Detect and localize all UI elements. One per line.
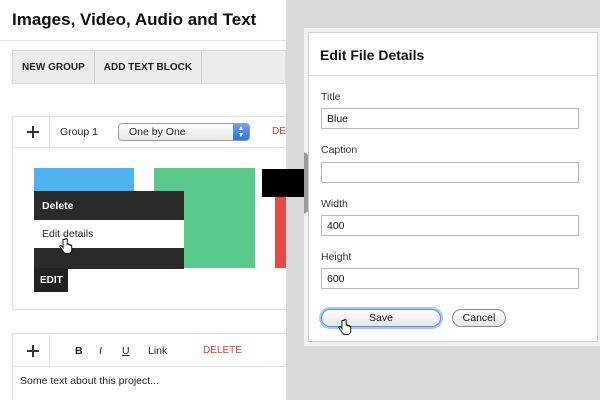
caption-field[interactable] xyxy=(321,162,579,183)
new-group-button[interactable]: NEW GROUP xyxy=(13,51,95,83)
move-icon[interactable] xyxy=(26,125,40,139)
editor-toolbar: NEW GROUP ADD TEXT BLOCK xyxy=(12,50,286,84)
editor-panel: Images, Video, Audio and Text NEW GROUP … xyxy=(0,0,286,400)
italic-button[interactable]: I xyxy=(99,345,102,357)
media-item-blue[interactable] xyxy=(34,168,134,193)
cancel-button[interactable]: Cancel xyxy=(452,309,506,327)
context-edit-details-item[interactable]: Edit details xyxy=(34,220,184,248)
hand-cursor-icon xyxy=(59,238,73,254)
edit-file-details-dialog: Edit File Details Title Caption Width He… xyxy=(308,32,598,342)
underline-button[interactable]: U xyxy=(122,345,130,357)
bold-button[interactable]: B xyxy=(75,345,83,357)
height-label: Height xyxy=(321,251,352,263)
move-icon[interactable] xyxy=(26,344,40,358)
text-block-delete-link[interactable]: DELETE xyxy=(203,345,242,356)
add-text-block-button[interactable]: ADD TEXT BLOCK xyxy=(95,51,203,83)
title-divider xyxy=(0,40,286,41)
edit-button[interactable]: EDIT xyxy=(34,268,68,292)
group-label: Group 1 xyxy=(60,126,98,138)
group-delete-link[interactable]: DELE xyxy=(272,126,286,137)
page-title: Images, Video, Audio and Text xyxy=(12,10,257,29)
caption-label: Caption xyxy=(321,144,358,156)
dialog-title: Edit File Details xyxy=(320,47,425,63)
hand-cursor-icon xyxy=(338,319,352,335)
media-block-area: Delete Edit details EDIT xyxy=(12,148,286,310)
title-field[interactable] xyxy=(321,108,579,129)
link-button[interactable]: Link xyxy=(148,345,167,357)
height-field[interactable] xyxy=(321,268,579,289)
media-context-menu: Delete Edit details xyxy=(34,191,184,269)
display-mode-value: One by One xyxy=(129,126,186,138)
select-arrows-icon: ▲ ▼ xyxy=(233,124,249,140)
text-block-toolbar: B I U Link DELETE xyxy=(12,333,286,367)
text-toolbar-divider xyxy=(49,334,50,366)
text-block-content[interactable]: Some text about this project... xyxy=(12,367,286,400)
width-field[interactable] xyxy=(321,215,579,236)
dialog-title-divider xyxy=(309,75,597,76)
group-header: Group 1 One by One ▲▼ DELE xyxy=(12,116,286,148)
group-divider xyxy=(49,117,50,147)
width-label: Width xyxy=(321,198,348,210)
context-delete-item[interactable]: Delete xyxy=(34,191,184,220)
title-label: Title xyxy=(321,91,341,103)
display-mode-select[interactable]: One by One ▲ ▼ xyxy=(118,123,250,141)
